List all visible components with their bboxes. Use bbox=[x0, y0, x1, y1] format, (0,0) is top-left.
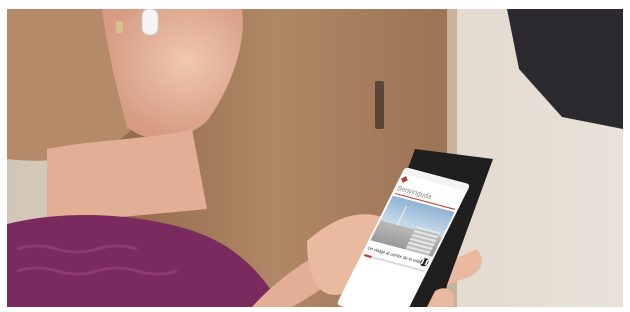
photo: Benvinguda Un viatge al centre de la vid… bbox=[7, 9, 623, 307]
earring bbox=[116, 21, 123, 33]
playback-progress-fill bbox=[363, 254, 372, 258]
brand-logo-icon bbox=[401, 176, 408, 183]
photo-scene bbox=[7, 9, 623, 307]
pause-icon[interactable]: ❚❚ bbox=[418, 257, 431, 268]
earbud bbox=[141, 9, 159, 36]
door-hinge bbox=[375, 81, 384, 129]
wind-turbine-graphic bbox=[396, 205, 408, 226]
